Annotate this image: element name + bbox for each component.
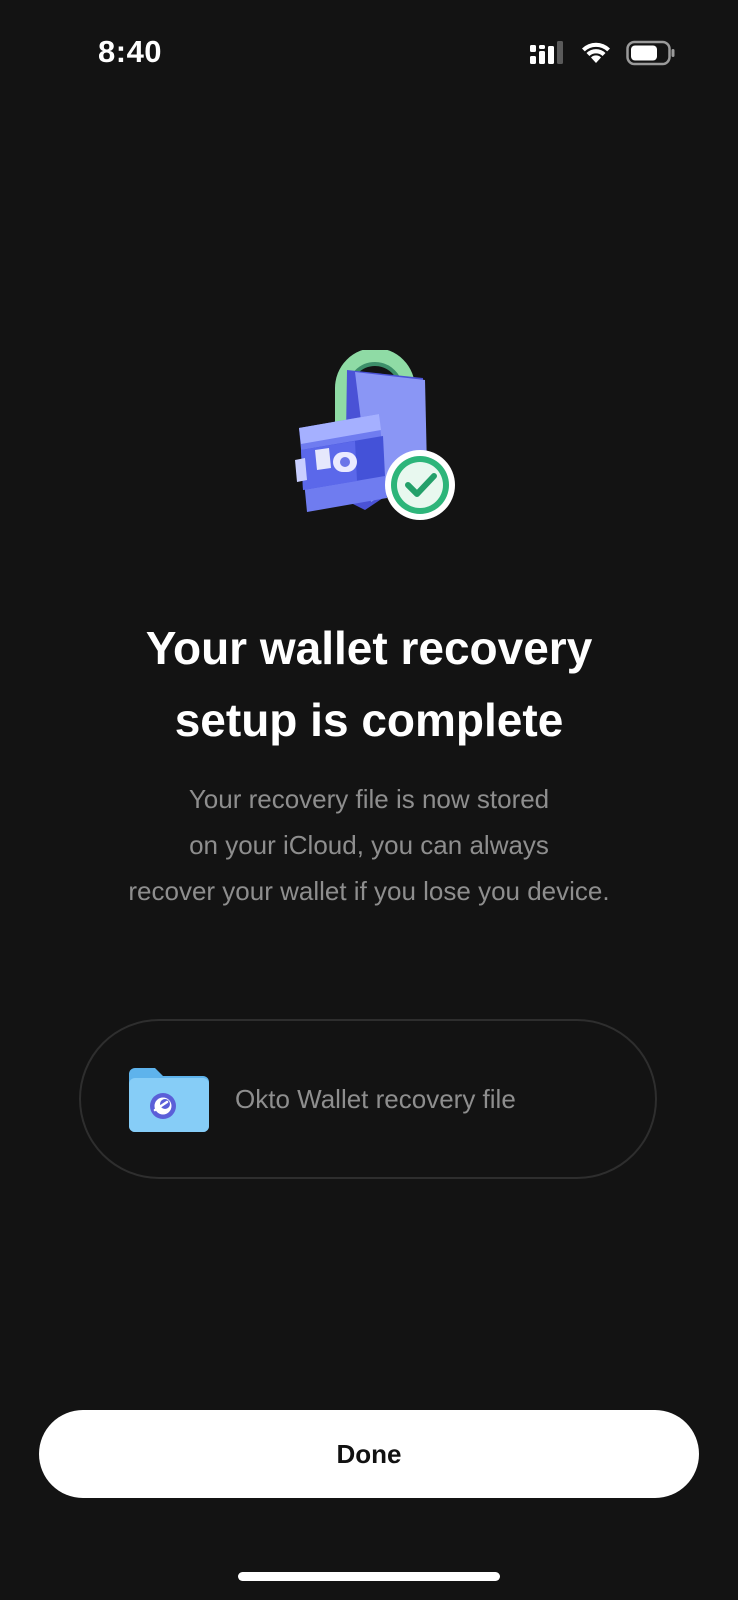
folder-icon xyxy=(129,1068,209,1132)
wallet-recovery-check-icon xyxy=(295,350,455,520)
home-indicator[interactable] xyxy=(238,1572,500,1581)
status-icons xyxy=(530,40,676,66)
page-subtitle: Your recovery file is now stored on your… xyxy=(60,776,678,914)
recovery-file-card[interactable]: Okto Wallet recovery file xyxy=(79,1019,657,1179)
page-title: Your wallet recovery setup is complete xyxy=(60,612,678,756)
cellular-signal-icon xyxy=(530,41,563,64)
title-line-2: setup is complete xyxy=(174,694,564,746)
subtitle-line-1: Your recovery file is now stored xyxy=(188,784,550,814)
wifi-icon xyxy=(582,42,610,63)
subtitle-line-2: on your iCloud, you can always xyxy=(189,830,549,860)
status-time: 8:40 xyxy=(98,34,163,69)
battery-icon xyxy=(626,40,675,66)
done-button[interactable]: Done xyxy=(39,1410,699,1498)
title-line-1: Your wallet recovery xyxy=(145,622,593,674)
status-bar: 8:40 xyxy=(0,0,738,110)
subtitle-line-3: recover your wallet if you lose you devi… xyxy=(128,876,610,906)
recovery-file-label: Okto Wallet recovery file xyxy=(235,1083,516,1114)
